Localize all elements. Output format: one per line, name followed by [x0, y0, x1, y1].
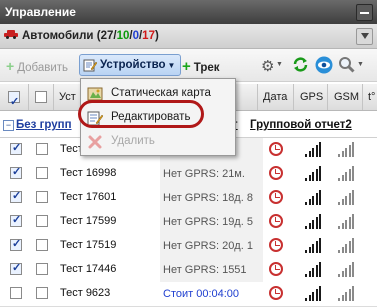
table-row[interactable]: Тест 17599 Нет GPRS: 19д. 5 — [0, 210, 377, 235]
menu-item-label: Удалить — [111, 135, 155, 147]
row-select-checkbox[interactable] — [10, 189, 22, 203]
row-secondary-checkbox[interactable] — [36, 167, 48, 179]
gsm-signal-icon — [338, 142, 356, 157]
panel-title: Управление — [5, 5, 76, 19]
table-row[interactable]: Тест 17601 Нет GPRS: 18д. 8 — [0, 186, 377, 211]
edit-note-icon — [83, 59, 97, 72]
vehicle-status: Стоит 00:04:00 — [160, 282, 263, 306]
vehicles-count-total: 27 — [100, 30, 114, 42]
gps-signal-icon — [305, 142, 323, 157]
vehicle-status: Нет GPRS: 1551 — [160, 258, 263, 282]
vehicles-count-offline: 17 — [142, 30, 155, 42]
vehicle-name[interactable]: Тест 17599 — [60, 215, 116, 227]
gsm-signal-icon — [338, 190, 356, 205]
vehicles-title: Автомобили — [22, 30, 94, 42]
gps-signal-icon — [305, 214, 323, 229]
secondary-select-checkbox[interactable] — [35, 91, 47, 103]
gps-signal-icon — [305, 190, 323, 205]
vehicle-name[interactable]: Тест 17519 — [60, 239, 116, 251]
column-gps[interactable]: GPS — [295, 84, 328, 110]
plus-icon: + — [182, 58, 191, 75]
clock-icon — [269, 190, 283, 204]
add-track-button[interactable]: + Трек — [182, 58, 220, 75]
row-secondary-checkbox[interactable] — [36, 287, 48, 299]
row-select-checkbox[interactable] — [10, 141, 22, 155]
clock-icon — [269, 166, 283, 180]
group-report2-link[interactable]: Групповой отчет2 — [250, 119, 352, 131]
add-button[interactable]: + Добавить — [6, 58, 68, 74]
row-secondary-checkbox[interactable] — [36, 263, 48, 275]
gear-icon[interactable]: ⚙ — [261, 57, 274, 75]
highlight-annotation — [78, 100, 204, 128]
vehicle-status: Нет GPRS: 20д. 1 — [160, 234, 263, 258]
clock-icon — [269, 142, 283, 156]
row-select-checkbox[interactable] — [10, 261, 22, 275]
track-label: Трек — [193, 62, 220, 74]
table-row[interactable]: Тест 16998 Нет GPRS: 21м. — [0, 162, 377, 187]
vehicle-name[interactable]: Тест 9623 — [60, 287, 110, 299]
clock-icon — [269, 262, 283, 276]
column-date[interactable]: Дата — [259, 84, 294, 110]
gps-signal-icon — [305, 166, 323, 181]
delete-icon — [88, 135, 102, 149]
gsm-signal-icon — [338, 166, 356, 181]
vehicle-status: Нет GPRS: 18д. 8 — [160, 186, 263, 210]
row-select-checkbox[interactable] — [10, 213, 22, 227]
vehicle-name[interactable]: Тест 16998 — [60, 167, 116, 179]
chevron-down-icon[interactable]: ▼ — [276, 61, 283, 68]
clock-icon — [269, 214, 283, 228]
vehicle-name[interactable]: Тест 17446 — [60, 263, 116, 275]
device-label: Устройство — [100, 59, 166, 71]
chevron-down-icon[interactable]: ▼ — [357, 61, 364, 68]
add-label: Добавить — [17, 62, 69, 74]
vehicle-status: Нет GPRS: 21м. — [160, 162, 263, 186]
vehicle-status: Нет GPRS: 19д. 5 — [160, 210, 263, 234]
gsm-signal-icon — [338, 214, 356, 229]
vehicle-name[interactable]: Тест 17601 — [60, 191, 116, 203]
row-select-checkbox[interactable] — [10, 237, 22, 251]
group-name[interactable]: Без групп — [16, 119, 72, 131]
minimize-button[interactable] — [356, 4, 373, 21]
row-select-checkbox[interactable] — [10, 287, 22, 299]
column-temp[interactable]: t° — [364, 84, 377, 110]
table-row[interactable]: Тест 9623 Стоит 00:04:00 — [0, 282, 377, 307]
chevron-down-icon: ▼ — [167, 60, 176, 70]
device-menu-button[interactable]: Устройство ▼ — [79, 54, 182, 76]
vehicles-count-online: 10 — [116, 30, 130, 42]
vehicles-header[interactable]: Автомобили (27/10/0/17) — [0, 24, 377, 49]
menu-item-label: Статическая карта — [111, 87, 211, 99]
car-icon — [4, 30, 18, 39]
clock-icon — [269, 286, 283, 300]
row-secondary-checkbox[interactable] — [36, 215, 48, 227]
select-all-cell — [0, 84, 29, 115]
search-icon[interactable] — [338, 56, 355, 73]
table-row[interactable]: Тест 17446 Нет GPRS: 1551 — [0, 258, 377, 283]
collapse-group-icon[interactable]: − — [3, 120, 14, 131]
row-select-checkbox[interactable] — [10, 165, 22, 179]
row-secondary-checkbox[interactable] — [36, 239, 48, 251]
vehicles-label: Автомобили (27/10/0/17) — [22, 30, 159, 42]
clock-icon — [269, 238, 283, 252]
vehicles-count-close: ) — [154, 30, 159, 42]
select-all-checkbox[interactable] — [8, 89, 20, 115]
table-row[interactable]: Тест 17519 Нет GPRS: 20д. 1 — [0, 234, 377, 259]
gsm-signal-icon — [338, 286, 356, 301]
gsm-signal-icon — [338, 262, 356, 277]
gps-signal-icon — [305, 286, 323, 301]
collapse-button[interactable] — [356, 28, 373, 45]
plus-icon: + — [6, 58, 15, 74]
panel-title-bar: Управление — [0, 0, 377, 24]
gps-signal-icon — [305, 238, 323, 253]
gps-signal-icon — [305, 262, 323, 277]
gsm-signal-icon — [338, 238, 356, 253]
secondary-select-cell — [29, 84, 54, 110]
eye-icon[interactable] — [315, 56, 333, 74]
menu-item-delete[interactable]: Удалить — [81, 130, 235, 154]
row-secondary-checkbox[interactable] — [36, 143, 48, 155]
row-secondary-checkbox[interactable] — [36, 191, 48, 203]
refresh-icon[interactable] — [292, 56, 309, 73]
column-gsm[interactable]: GSM — [329, 84, 363, 110]
